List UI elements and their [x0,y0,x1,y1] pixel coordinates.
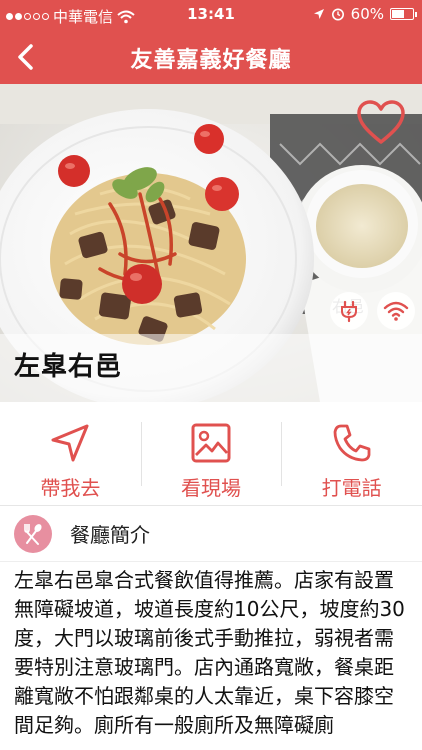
action-bar: 帶我去 看現場 打電話 [0,402,422,506]
intro-header: 餐廳簡介 [0,506,422,562]
hero-section: 右邑 [0,84,422,402]
navigation-arrow-icon [51,424,89,462]
navigate-label: 帶我去 [40,476,101,500]
phone-icon [333,424,371,462]
page-title: 友善嘉義好餐廳 [130,48,292,73]
heart-outline-icon[interactable] [356,100,406,146]
power-plug-amenity [330,292,368,330]
fork-spoon-icon [14,514,52,553]
power-plug-icon [341,300,357,323]
nav-bar: 友善嘉義好餐廳 [0,30,422,84]
view-photos-button[interactable]: 看現場 [140,402,282,505]
call-button[interactable]: 打電話 [281,402,422,505]
view-photos-label: 看現場 [181,476,241,500]
location-arrow-icon [313,9,324,19]
restaurant-name: 左皐右邑 [14,352,123,382]
status-right: 60% [313,5,417,23]
wifi-icon [383,301,409,321]
image-icon [191,423,231,463]
navigate-button[interactable]: 帶我去 [0,402,141,505]
intro-title: 餐廳簡介 [70,523,150,547]
wifi-amenity [377,292,415,330]
chevron-left-icon [18,44,33,70]
battery-icon [390,8,417,20]
alarm-icon [331,8,344,21]
battery-percent: 60% [350,5,384,23]
back-button[interactable] [8,40,42,74]
call-label: 打電話 [321,476,382,500]
intro-description: 左皐右邑皐合式餐飲值得推薦。店家有設置無障礙坡道，坡道長度約10公尺，坡度約30… [14,568,405,737]
status-bar: 中華電信 13:41 60% [0,0,422,30]
